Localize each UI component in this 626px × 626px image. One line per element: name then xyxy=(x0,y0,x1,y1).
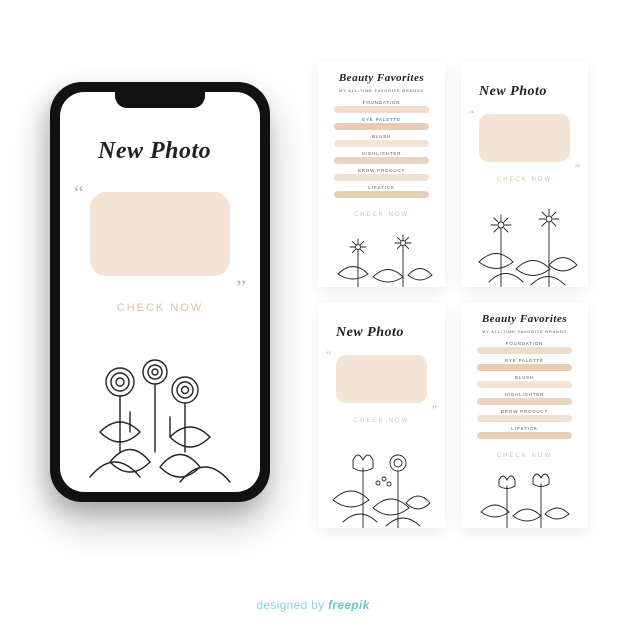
template-previews: Beauty Favorites MY ALL-TIME FAVORITE BR… xyxy=(318,62,588,528)
card-subtitle: MY ALL-TIME FAVORITE BRANDS xyxy=(461,329,588,334)
quote-open-icon: “ xyxy=(74,182,84,204)
swatch-color xyxy=(477,415,572,422)
attribution-prefix: designed by xyxy=(256,598,328,612)
quote-open-icon: “ xyxy=(326,349,331,361)
quote-open-icon: “ xyxy=(469,108,474,120)
swatch-item: LIPSTICK xyxy=(477,426,572,439)
attribution: designed by freepik xyxy=(0,598,626,612)
swatch-item: EYE PALETTE xyxy=(477,358,572,371)
swatch-label: LIPSTICK xyxy=(477,426,572,431)
story-title: New Photo xyxy=(98,138,211,165)
swatch-item: BLUSH xyxy=(334,134,429,147)
swatch-item: BROW PRODUCT xyxy=(334,168,429,181)
card-title: New Photo xyxy=(336,325,404,341)
floral-daisies-illustration xyxy=(461,207,588,287)
card-subtitle: MY ALL-TIME FAVORITE BRANDS xyxy=(318,88,445,93)
swatch-item: HIGHLIGHTER xyxy=(334,151,429,164)
swatch-color xyxy=(477,432,572,439)
quote-close-icon: ” xyxy=(432,403,437,415)
floral-daisies-illustration xyxy=(318,229,445,287)
swatch-color xyxy=(334,106,429,113)
phone-notch xyxy=(115,92,205,108)
swatch-color xyxy=(334,140,429,147)
photo-placeholder xyxy=(90,192,230,276)
swatch-item: HIGHLIGHTER xyxy=(477,392,572,405)
swatch-item: BROW PRODUCT xyxy=(477,409,572,422)
swatch-item: LIPSTICK xyxy=(334,185,429,198)
swatch-label: HIGHLIGHTER xyxy=(477,392,572,397)
swatch-label: BROW PRODUCT xyxy=(334,168,429,173)
cta-link[interactable]: CHECK NOW xyxy=(60,302,260,314)
swatch-label: LIPSTICK xyxy=(334,185,429,190)
cta-link[interactable]: CHECK NOW xyxy=(461,177,588,183)
card-new-photo-daisies[interactable]: New Photo “ ” CHECK NOW xyxy=(461,62,588,287)
card-title: New Photo xyxy=(479,84,547,100)
swatch-color xyxy=(334,174,429,181)
quote-close-icon: ” xyxy=(575,162,580,174)
card-title: Beauty Favorites xyxy=(461,313,588,325)
photo-placeholder xyxy=(336,355,427,403)
attribution-brand: freepik xyxy=(328,598,369,612)
floral-tulips-illustration xyxy=(461,470,588,528)
swatch-item: FOUNDATION xyxy=(477,341,572,354)
swatch-item: FOUNDATION xyxy=(334,100,429,113)
cta-link[interactable]: CHECK NOW xyxy=(318,212,445,218)
card-title: Beauty Favorites xyxy=(318,72,445,84)
swatch-color xyxy=(334,123,429,130)
swatch-color xyxy=(334,191,429,198)
swatch-label: BLUSH xyxy=(334,134,429,139)
swatch-color xyxy=(477,398,572,405)
swatch-label: EYE PALETTE xyxy=(334,117,429,122)
swatch-color xyxy=(477,364,572,371)
phone-screen: New Photo “ ” CHECK NOW xyxy=(60,92,260,492)
photo-placeholder xyxy=(479,114,570,162)
swatch-item: EYE PALETTE xyxy=(334,117,429,130)
swatch-label: BROW PRODUCT xyxy=(477,409,572,414)
cta-link[interactable]: CHECK NOW xyxy=(461,453,588,459)
card-beauty-favorites-daisies[interactable]: Beauty Favorites MY ALL-TIME FAVORITE BR… xyxy=(318,62,445,287)
swatch-label: FOUNDATION xyxy=(477,341,572,346)
phone-mockup: New Photo “ ” CHECK NOW xyxy=(50,82,270,502)
quote-close-icon: ” xyxy=(236,277,246,299)
swatch-label: BLUSH xyxy=(477,375,572,380)
swatch-label: EYE PALETTE xyxy=(477,358,572,363)
swatch-item: BLUSH xyxy=(477,375,572,388)
swatch-color xyxy=(477,347,572,354)
cta-link[interactable]: CHECK NOW xyxy=(318,418,445,424)
swatch-label: HIGHLIGHTER xyxy=(334,151,429,156)
swatch-color xyxy=(477,381,572,388)
floral-roses-illustration xyxy=(60,342,260,492)
card-new-photo-mixed[interactable]: New Photo “ ” CHECK NOW xyxy=(318,303,445,528)
card-beauty-favorites-tulips[interactable]: Beauty Favorites MY ALL-TIME FAVORITE BR… xyxy=(461,303,588,528)
swatch-color xyxy=(334,157,429,164)
swatch-list: FOUNDATION EYE PALETTE BLUSH HIGHLIGHTER BRO… xyxy=(477,341,572,443)
floral-mixed-illustration xyxy=(318,448,445,528)
swatch-label: FOUNDATION xyxy=(334,100,429,105)
swatch-list: FOUNDATION EYE PALETTE BLUSH HIGHLIGHTER BRO… xyxy=(334,100,429,202)
